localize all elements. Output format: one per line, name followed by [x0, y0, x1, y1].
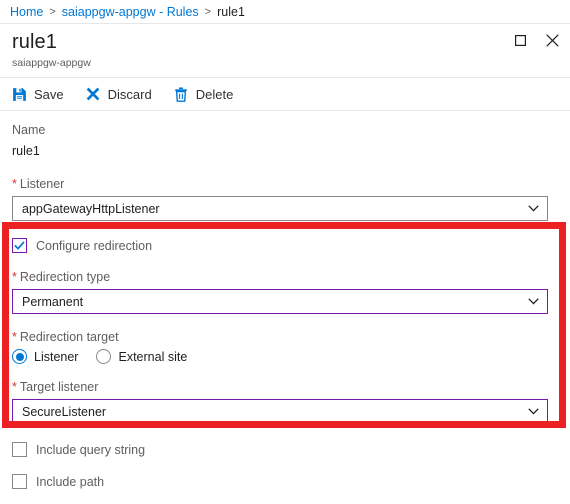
listener-label: * Listener [12, 177, 65, 191]
discard-x-icon [86, 87, 101, 102]
radio-option-external-site[interactable]: External site [96, 349, 187, 364]
page-subtitle: saiappgw-appgw [12, 57, 91, 69]
required-marker: * [12, 330, 17, 344]
include-query-string-label: Include query string [36, 442, 146, 457]
target-listener-selected-value: SecureListener [22, 404, 107, 419]
configure-redirection-checkbox-row[interactable]: Configure redirection [12, 238, 570, 253]
configure-redirection-group: Configure redirection [12, 238, 570, 253]
breadcrumb-separator: > [49, 5, 56, 18]
include-path-row[interactable]: Include path [12, 474, 570, 489]
redirection-type-selected-value: Permanent [22, 294, 84, 309]
maximize-square-icon[interactable] [512, 32, 528, 48]
redirection-target-label: * Redirection target [12, 330, 119, 344]
delete-label: Delete [195, 86, 234, 102]
include-path-checkbox[interactable] [12, 474, 27, 489]
include-query-string-row[interactable]: Include query string [12, 442, 570, 457]
target-listener-dropdown[interactable]: SecureListener [12, 399, 548, 424]
listener-selected-value: appGatewayHttpListener [22, 201, 160, 216]
discard-label: Discard [107, 86, 152, 102]
blade-header: rule1 saiappgw-appgw [0, 24, 570, 78]
rule-form: Name rule1 * Listener appGatewayHttpListe… [0, 111, 570, 489]
radio-external-site-label: External site [118, 349, 188, 364]
listener-field-group: * Listener appGatewayHttpListener [12, 176, 570, 221]
delete-trash-icon [174, 87, 189, 102]
radio-listener-label: Listener [34, 349, 79, 364]
name-label: Name [12, 123, 46, 137]
breadcrumb-separator: > [204, 5, 212, 18]
breadcrumb: Home > saiappgw-appgw - Rules > rule1 [0, 0, 570, 24]
discard-button[interactable]: Discard [86, 87, 152, 102]
redirection-target-radio-group: Listener External site [12, 349, 570, 364]
save-label: Save [34, 86, 64, 102]
redirection-type-label: * Redirection type [12, 270, 111, 284]
chevron-down-icon [528, 408, 539, 415]
target-listener-label: * Target listener [12, 380, 99, 394]
configure-redirection-label: Configure redirection [36, 238, 153, 253]
save-button[interactable]: Save [12, 87, 64, 102]
breadcrumb-item-rule1: rule1 [217, 4, 245, 19]
required-marker: * [12, 380, 17, 394]
configure-redirection-checkbox[interactable] [12, 238, 27, 253]
required-marker: * [12, 270, 17, 284]
name-field-group: Name rule1 [12, 122, 570, 160]
target-listener-group: * Target listener SecureListener [12, 379, 570, 424]
redirection-type-group: * Redirection type Permanent [12, 269, 570, 314]
page-title: rule1 [12, 31, 57, 53]
radio-option-listener[interactable]: Listener [12, 349, 78, 364]
command-bar: Save Discard Delete [0, 78, 570, 111]
delete-button[interactable]: Delete [174, 86, 234, 102]
close-x-icon[interactable] [544, 32, 560, 48]
redirection-target-group: * Redirection target Listener External si… [12, 329, 570, 364]
radio-listener-control[interactable] [12, 349, 27, 364]
save-floppy-icon [12, 87, 27, 102]
chevron-down-icon [528, 298, 539, 305]
redirection-type-dropdown[interactable]: Permanent [12, 289, 548, 314]
required-marker: * [12, 177, 17, 191]
breadcrumb-item-home[interactable]: Home [10, 5, 43, 19]
include-query-string-checkbox[interactable] [12, 442, 27, 457]
listener-dropdown[interactable]: appGatewayHttpListener [12, 196, 548, 221]
name-value: rule1 [12, 144, 40, 158]
window-controls [512, 32, 560, 48]
breadcrumb-item-rules[interactable]: saiappgw-appgw - Rules [62, 5, 199, 19]
chevron-down-icon [528, 205, 539, 212]
include-path-label: Include path [36, 474, 105, 489]
radio-external-site-control[interactable] [96, 349, 112, 364]
